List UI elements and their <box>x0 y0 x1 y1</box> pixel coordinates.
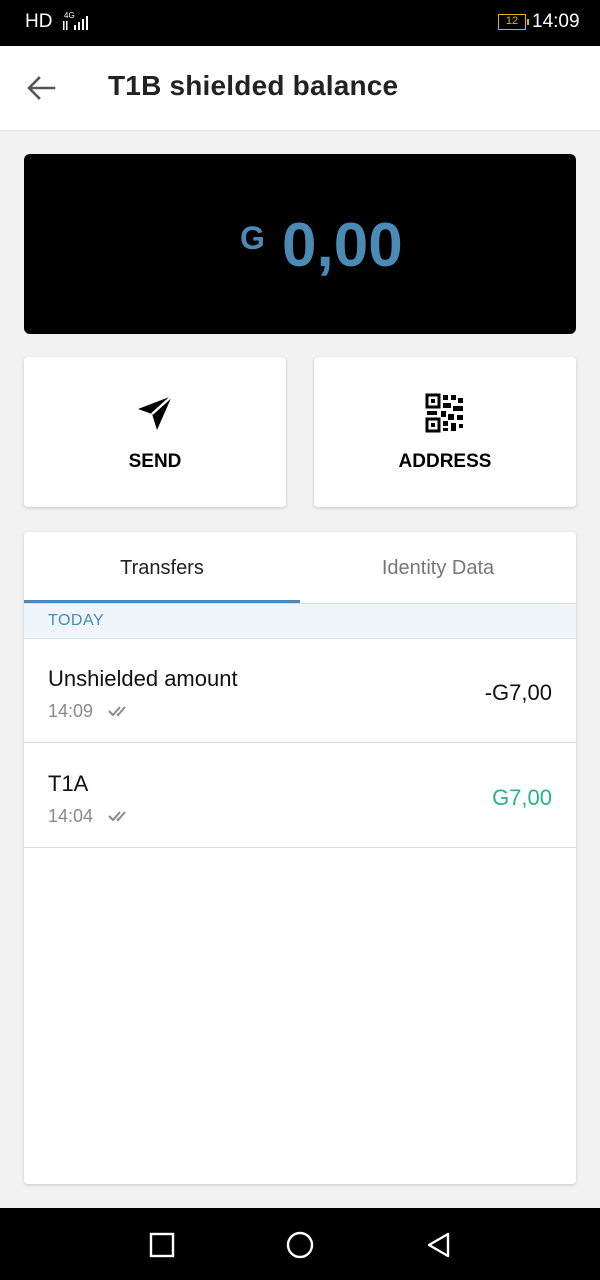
transaction-time: 14:09 <box>48 701 94 721</box>
arrow-left-icon[interactable] <box>26 74 56 102</box>
system-nav-bar <box>0 1208 600 1280</box>
transaction-amount: G7,00 <box>492 785 552 810</box>
transaction-name: Unshielded amount <box>48 666 238 691</box>
currency-symbol: G <box>240 220 265 256</box>
status-time: 14:09 <box>532 11 580 32</box>
transactions-card: Transfers Identity Data TODAY Unshielded… <box>24 532 576 1184</box>
send-icon <box>138 395 173 430</box>
balance-card: G 0,00 <box>24 154 576 334</box>
qr-code-icon <box>425 393 463 433</box>
transaction-amount: -G7,00 <box>484 680 552 705</box>
transaction-row[interactable]: T1A 14:04 G7,00 <box>24 743 576 848</box>
page-title: T1B shielded balance <box>108 70 399 101</box>
transaction-time: 14:04 <box>48 806 94 826</box>
address-label: ADDRESS <box>398 451 492 472</box>
double-check-icon <box>108 811 126 822</box>
send-label: SEND <box>128 451 182 472</box>
triangle-back-icon[interactable] <box>424 1230 454 1260</box>
hd-indicator: HD <box>25 11 53 32</box>
status-bar: HD 4G 12 14:09 <box>0 0 600 46</box>
transaction-name: T1A <box>48 771 89 796</box>
send-button[interactable]: SEND <box>24 357 286 507</box>
tab-identity-data[interactable]: Identity Data <box>300 532 576 602</box>
tab-transfers[interactable]: Transfers <box>24 532 300 602</box>
section-header-label: TODAY <box>48 612 105 629</box>
balance-amount: 0,00 <box>282 211 403 280</box>
battery-icon: 12 <box>498 14 529 30</box>
transaction-row[interactable]: Unshielded amount 14:09 -G7,00 <box>24 638 576 743</box>
circle-icon[interactable] <box>285 1230 315 1260</box>
double-check-icon <box>108 706 126 717</box>
signal-icon: 4G <box>63 11 88 30</box>
app-bar: T1B shielded balance <box>0 46 600 131</box>
network-type: 4G <box>64 11 75 20</box>
section-header: TODAY <box>24 604 576 639</box>
square-icon[interactable] <box>147 1230 177 1260</box>
address-button[interactable]: ADDRESS <box>314 357 576 507</box>
